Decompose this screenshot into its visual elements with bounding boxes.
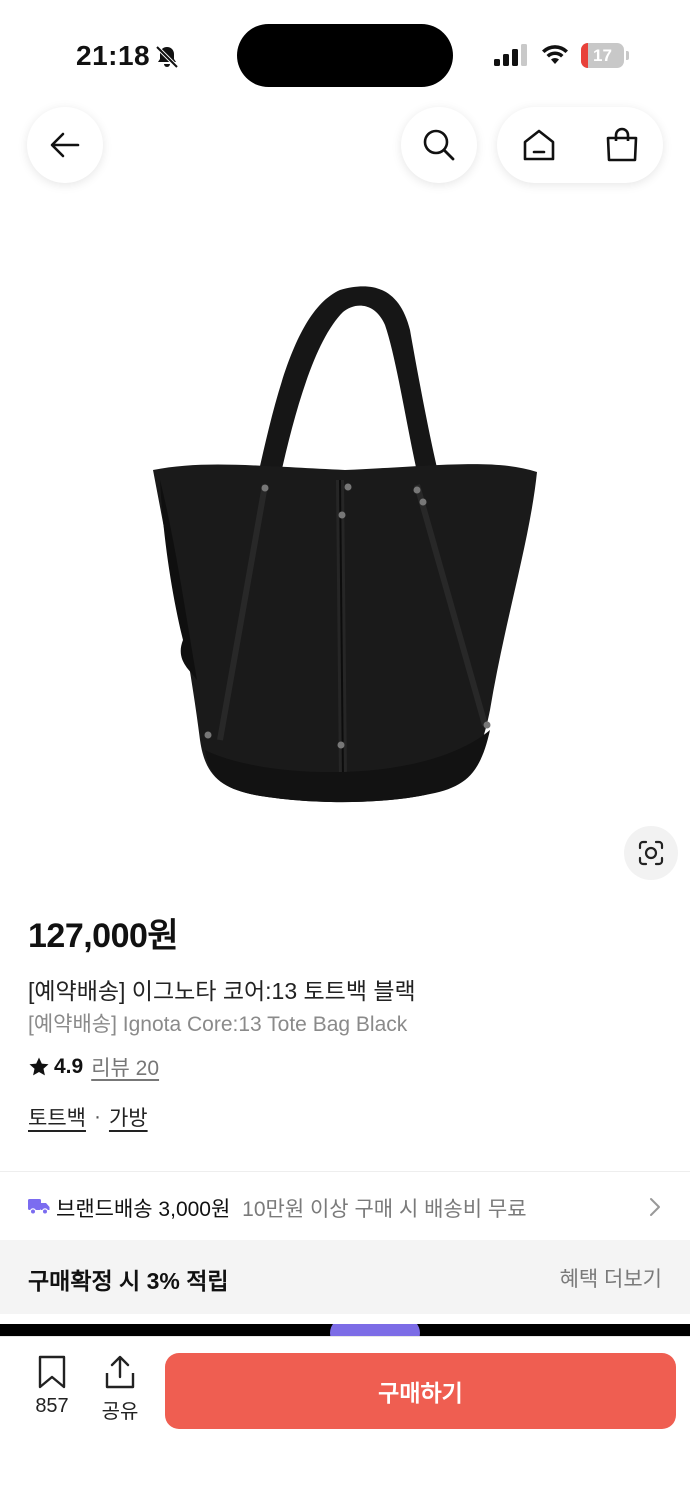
bookmark-count: 857 xyxy=(35,1395,69,1417)
home-button[interactable] xyxy=(497,107,580,183)
battery-body: 17 xyxy=(581,43,624,68)
home-bag-pill xyxy=(497,107,663,183)
battery-icon: 17 xyxy=(581,43,629,68)
share-button[interactable]: 공유 xyxy=(92,1355,148,1423)
shipping-condition: 10만원 이상 구매 시 배송비 무료 xyxy=(242,1198,527,1221)
shipping-text: 브랜드배송 3,000원 10만원 이상 구매 시 배송비 무료 xyxy=(56,1193,527,1223)
dynamic-island xyxy=(237,24,453,87)
share-label: 공유 xyxy=(101,1401,139,1423)
review-link[interactable]: 리뷰 20 xyxy=(91,1052,159,1082)
chevron-right-icon xyxy=(650,1198,660,1216)
category-link-bag[interactable]: 가방 xyxy=(109,1102,148,1132)
category-link-tote[interactable]: 토트백 xyxy=(28,1102,86,1132)
wifi-icon xyxy=(542,45,568,64)
back-button[interactable] xyxy=(27,107,103,183)
product-price: 127,000원 xyxy=(28,917,179,955)
status-time: 21:18 xyxy=(76,40,151,71)
star-icon xyxy=(29,1057,49,1076)
shopping-bag-icon xyxy=(606,127,637,162)
arrow-left-icon xyxy=(50,132,80,158)
rating-row: 4.9 리뷰 20 xyxy=(28,1053,159,1081)
product-name: [예약배송] 이그노타 코어:13 토트백 블랙 xyxy=(28,978,416,1004)
share-icon xyxy=(105,1355,135,1389)
benefit-text: 구매확정 시 3% 적립 xyxy=(28,1268,229,1294)
shipping-label: 브랜드배송 3,000원 xyxy=(56,1198,231,1221)
visual-search-button[interactable] xyxy=(624,826,678,880)
bottom-action-bar: 857 공유 구매하기 xyxy=(0,1336,690,1500)
battery-tip xyxy=(626,51,629,60)
rating-value: 4.9 xyxy=(54,1055,84,1078)
benefit-more-link[interactable]: 혜택 더보기 xyxy=(560,1263,662,1293)
bookmark-button[interactable]: 857 xyxy=(22,1355,82,1419)
product-name-english: [예약배송] Ignota Core:13 Tote Bag Black xyxy=(28,1013,408,1036)
category-breadcrumb: 토트백 · 가방 xyxy=(28,1103,148,1131)
search-button[interactable] xyxy=(401,107,477,183)
search-icon xyxy=(423,129,455,161)
truck-icon xyxy=(28,1199,50,1215)
product-image[interactable] xyxy=(145,280,545,810)
bookmark-icon xyxy=(38,1355,66,1389)
home-icon xyxy=(523,129,554,161)
cart-button[interactable] xyxy=(580,107,663,183)
battery-level: 17 xyxy=(593,46,612,65)
camera-scan-icon xyxy=(638,840,664,866)
category-separator: · xyxy=(93,1105,101,1128)
benefit-row: 구매확정 시 3% 적립 혜택 더보기 xyxy=(0,1240,690,1314)
status-bar: 21:18 17 xyxy=(0,0,690,110)
cellular-signal-icon xyxy=(494,44,527,66)
buy-button[interactable]: 구매하기 xyxy=(165,1353,676,1429)
bell-slash-icon xyxy=(155,45,179,69)
shipping-info-row[interactable]: 브랜드배송 3,000원 10만원 이상 구매 시 배송비 무료 xyxy=(0,1172,690,1240)
